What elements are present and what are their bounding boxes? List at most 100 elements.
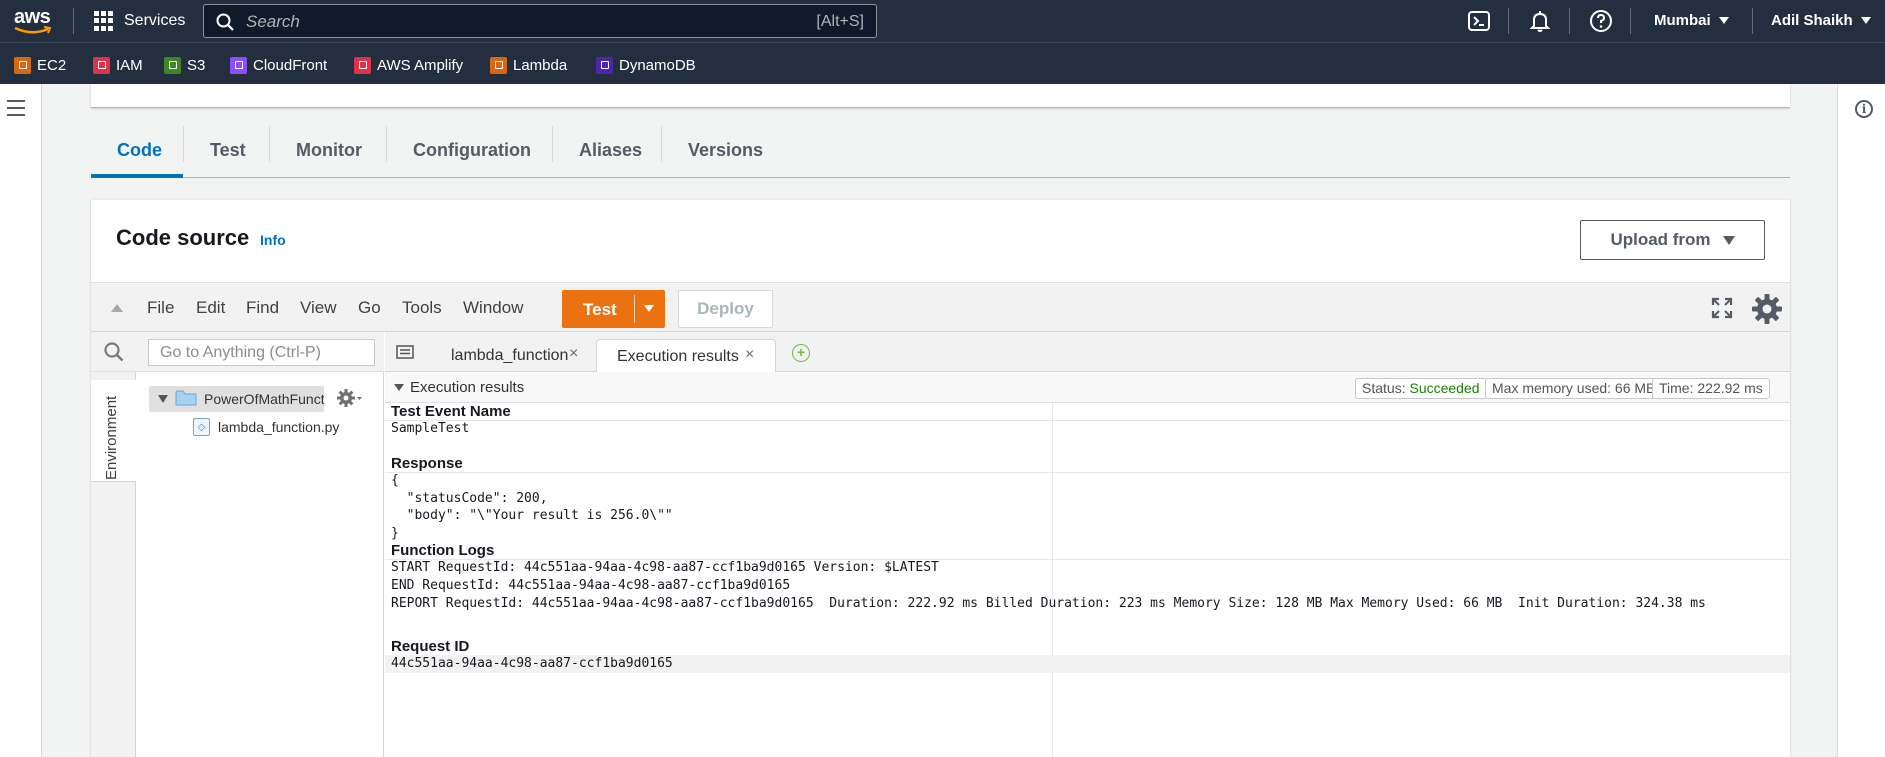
response-body: { "statusCode": 200, "body": "\"Your res… <box>391 473 673 541</box>
folder-name: PowerOfMathFunction <box>204 391 324 407</box>
collapse-triangle-icon[interactable] <box>394 384 404 391</box>
favorite-label: EC2 <box>37 56 67 74</box>
editor-tab-execution-results[interactable]: Execution results × <box>596 339 776 372</box>
collapse-toggle-icon[interactable] <box>111 304 123 312</box>
services-menu-button[interactable]: Services <box>94 8 185 34</box>
hamburger-menu-icon[interactable] <box>7 100 25 121</box>
tab-separator <box>269 126 270 162</box>
tab-separator <box>183 126 184 162</box>
ec2-icon <box>14 56 31 74</box>
nav-separator <box>1508 8 1509 34</box>
amplify-icon <box>354 56 371 74</box>
tab-configuration[interactable]: Configuration <box>413 122 531 178</box>
close-icon[interactable]: × <box>745 346 754 364</box>
favorite-dynamodb[interactable]: DynamoDB <box>596 56 696 74</box>
nav-separator <box>73 8 74 34</box>
close-icon[interactable]: × <box>569 345 578 363</box>
menu-file[interactable]: File <box>147 298 174 318</box>
search-icon <box>104 342 124 362</box>
favorite-label: AWS Amplify <box>377 56 464 74</box>
environment-strip: Environment <box>91 372 136 757</box>
request-id-label: Request ID <box>391 638 470 655</box>
deploy-button[interactable]: Deploy <box>678 290 773 328</box>
nav-separator <box>1569 8 1570 34</box>
time-badge: Time: 222.92 ms <box>1652 378 1770 399</box>
status-badge: Status: Succeeded <box>1355 378 1487 399</box>
tab-aliases[interactable]: Aliases <box>579 122 642 178</box>
request-id-value[interactable]: 44c551aa-94aa-4c98-aa87-ccf1ba9d0165 <box>391 655 673 673</box>
favorites-bar: EC2 IAM S3 CloudFront AWS Amplify Lambda… <box>0 42 1885 84</box>
chevron-down-icon <box>1718 17 1729 24</box>
environment-sidebar: Go to Anything (Ctrl-P) Environment Powe… <box>91 332 384 757</box>
favorite-label: CloudFront <box>253 56 328 74</box>
nav-separator <box>1752 8 1753 34</box>
response-label: Response <box>391 455 463 472</box>
grid-icon <box>94 11 114 31</box>
info-panel-icon[interactable]: i <box>1855 100 1873 118</box>
search-input[interactable]: Search [Alt+S] <box>203 4 877 38</box>
fullscreen-icon[interactable] <box>1711 297 1733 319</box>
chevron-down-icon[interactable] <box>644 305 654 312</box>
log-line: START RequestId: 44c551aa-94aa-4c98-aa87… <box>391 560 939 575</box>
log-line: END RequestId: 44c551aa-94aa-4c98-aa87-c… <box>391 578 791 593</box>
tab-versions[interactable]: Versions <box>688 122 763 178</box>
editor-tab-label: Execution results <box>617 348 739 365</box>
log-line: REPORT RequestId: 44c551aa-94aa-4c98-aa8… <box>391 596 1706 611</box>
test-event-name-value: SampleTest <box>391 421 470 436</box>
environment-tab[interactable]: Environment <box>91 380 136 482</box>
search-placeholder: Search <box>246 12 300 31</box>
iam-icon <box>93 56 110 74</box>
menu-window[interactable]: Window <box>463 298 523 318</box>
function-tabs: Code Test Monitor Configuration Aliases … <box>91 122 1790 178</box>
favorite-s3[interactable]: S3 <box>164 56 205 74</box>
menu-tools[interactable]: Tools <box>402 298 442 318</box>
tab-separator <box>661 126 662 162</box>
tab-monitor[interactable]: Monitor <box>296 122 362 178</box>
help-icon[interactable] <box>1589 9 1613 33</box>
aws-logo[interactable]: aws <box>14 4 58 36</box>
cloudshell-icon[interactable] <box>1467 9 1491 33</box>
editor-tab-label: lambda_function <box>451 347 569 364</box>
menu-go[interactable]: Go <box>358 298 381 318</box>
menu-edit[interactable]: Edit <box>196 298 225 318</box>
editor-tab-lambda-function[interactable]: lambda_function × <box>435 339 585 372</box>
info-link[interactable]: Info <box>260 232 286 248</box>
upload-from-label: Upload from <box>1610 230 1711 249</box>
expand-triangle-icon[interactable] <box>158 395 168 403</box>
account-menu[interactable]: Adil Shaikh <box>1771 12 1871 29</box>
user-name: Adil Shaikh <box>1771 12 1853 29</box>
add-tab-icon[interactable]: + <box>792 344 810 362</box>
function-logs-label: Function Logs <box>391 542 495 559</box>
split-divider <box>634 295 635 323</box>
upload-from-button[interactable]: Upload from <box>1580 220 1765 260</box>
tab-code[interactable]: Code <box>117 122 162 178</box>
favorite-cloudfront[interactable]: CloudFront <box>230 56 327 74</box>
panel-title: Code source <box>116 225 250 250</box>
execution-results-header: Execution results Status: Succeeded Max … <box>385 372 1790 403</box>
region-selector[interactable]: Mumbai <box>1654 12 1729 29</box>
memory-badge: Max memory used: 66 MB <box>1485 378 1663 399</box>
test-button[interactable]: Test <box>562 290 665 328</box>
chevron-down-icon <box>1722 235 1735 245</box>
favorite-iam[interactable]: IAM <box>93 56 143 74</box>
tree-file-row[interactable]: ◇ lambda_function.py <box>193 416 339 438</box>
tab-list-icon[interactable] <box>396 344 414 360</box>
cloudfront-icon <box>230 56 247 74</box>
editor-area: lambda_function × Execution results × + … <box>385 332 1790 757</box>
tab-test[interactable]: Test <box>210 122 246 178</box>
tab-separator <box>552 126 553 162</box>
goto-anything-input[interactable]: Go to Anything (Ctrl-P) <box>148 339 375 366</box>
goto-anything-row: Go to Anything (Ctrl-P) <box>91 332 384 372</box>
favorite-lambda[interactable]: Lambda <box>490 56 567 74</box>
favorite-label: IAM <box>116 56 143 74</box>
favorite-ec2[interactable]: EC2 <box>14 56 66 74</box>
menu-view[interactable]: View <box>300 298 337 318</box>
folder-settings-gear-icon[interactable] <box>337 388 363 408</box>
tree-folder-row[interactable]: PowerOfMathFunction <box>149 386 324 412</box>
favorite-amplify[interactable]: AWS Amplify <box>354 56 463 74</box>
execution-results-title: Execution results <box>410 379 525 396</box>
menu-find[interactable]: Find <box>246 298 279 318</box>
gear-icon[interactable] <box>1751 293 1783 325</box>
row-divider <box>385 420 1790 421</box>
bell-icon[interactable] <box>1528 9 1552 33</box>
